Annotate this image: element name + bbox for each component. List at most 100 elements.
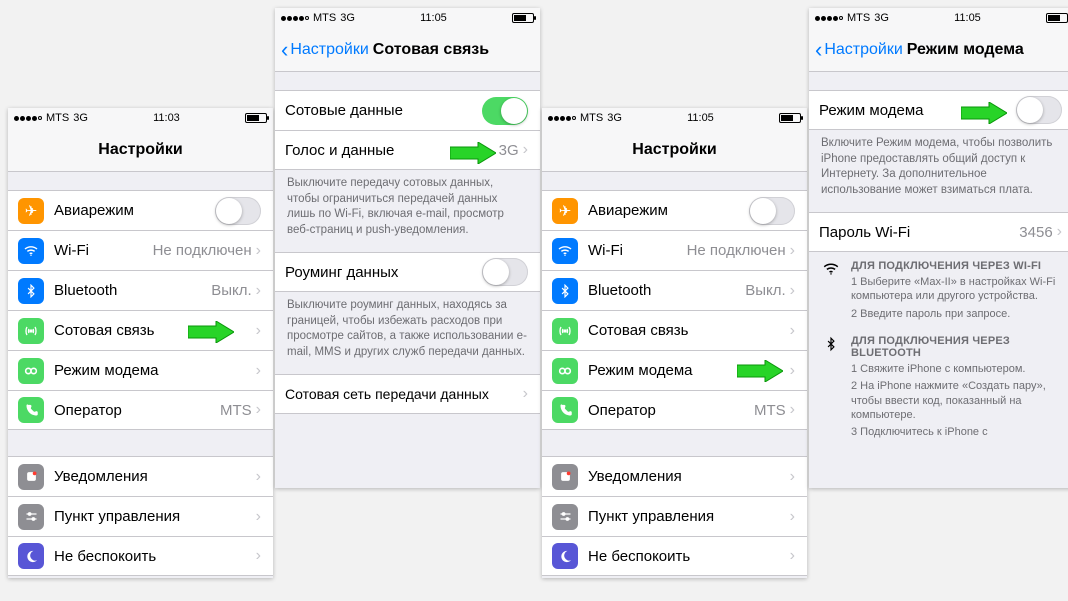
row-notifications[interactable]: Уведомления › (8, 456, 273, 496)
chevron-right-icon: › (790, 322, 795, 340)
row-control-center[interactable]: Пункт управления › (8, 496, 273, 536)
cellular-icon (552, 318, 578, 344)
bluetooth-label: Bluetooth (54, 282, 211, 299)
hotspot-group-2: Пароль Wi-Fi 3456 › (809, 212, 1068, 252)
status-time: 11:05 (355, 12, 512, 24)
navbar: ‹Настройки Сотовая связь (275, 28, 540, 72)
help-bt-step2: 2 На iPhone нажмите «Создать пару», чтоб… (851, 379, 1062, 422)
status-bar: MTS 3G 11:05 (275, 8, 540, 28)
help-bt-step1: 1 Свяжите iPhone с компьютером. (851, 362, 1062, 376)
row-dnd[interactable]: Не беспокоить › (542, 536, 807, 576)
row-roaming[interactable]: Роуминг данных (275, 252, 540, 292)
hotspot-label: Режим модема (588, 362, 790, 379)
settings-group-1: ✈ Авиарежим Wi-Fi Не подключен › Bluetoo… (8, 190, 273, 430)
status-time: 11:05 (622, 112, 779, 124)
cellular-group-3: Сотовая сеть передачи данных › (275, 374, 540, 414)
row-cellular-data[interactable]: Сотовые данные (275, 90, 540, 130)
row-dnd[interactable]: Не беспокоить › (8, 536, 273, 576)
cell-data-toggle[interactable] (482, 97, 528, 125)
navbar: ‹Настройки Режим модема (809, 28, 1068, 72)
phone-cellular: MTS 3G 11:05 ‹Настройки Сотовая связь Со… (275, 8, 540, 488)
row-airplane[interactable]: ✈ Авиарежим (8, 190, 273, 230)
bluetooth-icon (552, 278, 578, 304)
status-time: 11:05 (889, 12, 1046, 24)
dnd-icon (552, 543, 578, 569)
row-cellular[interactable]: Сотовая связь › (542, 310, 807, 350)
airplane-label: Авиарежим (588, 202, 749, 219)
hotspot-group-1: Режим модема (809, 90, 1068, 130)
cellular-icon (18, 318, 44, 344)
wifi-icon (18, 238, 44, 264)
chevron-right-icon: › (790, 401, 795, 419)
phone-icon (552, 397, 578, 423)
back-label: Настройки (824, 41, 902, 59)
roaming-toggle[interactable] (482, 258, 528, 286)
row-carrier[interactable]: Оператор MTS › (542, 390, 807, 430)
battery-icon (245, 113, 267, 123)
hotspot-footer: Включите Режим модема, чтобы позволить i… (809, 130, 1068, 198)
page-title: Сотовая связь (373, 41, 489, 59)
wifi-detail: Не подключен (687, 242, 786, 259)
row-carrier[interactable]: Оператор MTS › (8, 390, 273, 430)
wifi-pw-label: Пароль Wi-Fi (819, 224, 1019, 241)
row-control-center[interactable]: Пункт управления › (542, 496, 807, 536)
status-bar: MTS 3G 11:05 (542, 108, 807, 128)
cellular-label: Сотовая связь (588, 322, 790, 339)
row-wifi[interactable]: Wi-Fi Не подключен › (542, 230, 807, 270)
cellular-group-2: Роуминг данных (275, 252, 540, 292)
page-title: Режим модема (907, 41, 1024, 59)
carrier-detail: MTS (220, 402, 252, 419)
chevron-right-icon: › (523, 141, 528, 159)
row-bluetooth[interactable]: Bluetooth Выкл. › (542, 270, 807, 310)
row-cellular[interactable]: Сотовая связь › (8, 310, 273, 350)
hotspot-icon (18, 358, 44, 384)
airplane-icon: ✈ (552, 198, 578, 224)
footer-text-1: Выключите передачу сотовых данных, чтобы… (275, 170, 540, 238)
phone-hotspot: MTS 3G 11:05 ‹Настройки Режим модема Реж… (809, 8, 1068, 488)
notifications-label: Уведомления (588, 468, 790, 485)
footer-text-2: Выключите роуминг данных, находясь за гр… (275, 292, 540, 360)
row-voice-data[interactable]: Голос и данные 3G › (275, 130, 540, 170)
wifi-icon (821, 260, 841, 321)
wifi-label: Wi-Fi (54, 242, 153, 259)
row-wifi[interactable]: Wi-Fi Не подключен › (8, 230, 273, 270)
phone-icon (18, 397, 44, 423)
chevron-right-icon: › (1057, 223, 1062, 241)
row-bluetooth[interactable]: Bluetooth Выкл. › (8, 270, 273, 310)
chevron-right-icon: › (790, 242, 795, 260)
row-wifi-password[interactable]: Пароль Wi-Fi 3456 › (809, 212, 1068, 252)
help-wifi-step1: 1 Выберите «Max-II» в настройках Wi-Fi к… (851, 275, 1062, 304)
signal-icon (815, 16, 843, 21)
row-apn[interactable]: Сотовая сеть передачи данных › (275, 374, 540, 414)
signal-icon (281, 16, 309, 21)
status-bar: MTS 3G 11:05 (809, 8, 1068, 28)
help-wifi: ДЛЯ ПОДКЛЮЧЕНИЯ ЧЕРЕЗ WI-FI 1 Выберите «… (809, 252, 1068, 321)
airplane-icon: ✈ (18, 198, 44, 224)
bluetooth-icon (18, 278, 44, 304)
help-bluetooth: ДЛЯ ПОДКЛЮЧЕНИЯ ЧЕРЕЗ BLUETOOTH 1 Свяжит… (809, 327, 1068, 439)
battery-icon (779, 113, 801, 123)
network-label: 3G (607, 112, 622, 124)
settings-group-2: Уведомления › Пункт управления › Не бесп… (542, 456, 807, 576)
row-hotspot[interactable]: Режим модема › (542, 350, 807, 390)
row-hotspot-toggle[interactable]: Режим модема (809, 90, 1068, 130)
row-hotspot[interactable]: Режим модема › (8, 350, 273, 390)
control-center-icon (18, 504, 44, 530)
back-button[interactable]: ‹Настройки (815, 39, 903, 61)
wifi-label: Wi-Fi (588, 242, 687, 259)
control-label: Пункт управления (54, 508, 256, 525)
settings-group-2: Уведомления › Пункт управления › Не бесп… (8, 456, 273, 576)
airplane-toggle[interactable] (215, 197, 261, 225)
settings-group-1: ✈ Авиарежим Wi-Fi Не подключен › Bluetoo… (542, 190, 807, 430)
back-button[interactable]: ‹Настройки (281, 39, 369, 61)
row-notifications[interactable]: Уведомления › (542, 456, 807, 496)
carrier-label: MTS (313, 12, 336, 24)
airplane-toggle[interactable] (749, 197, 795, 225)
chevron-right-icon: › (790, 547, 795, 565)
row-airplane[interactable]: ✈ Авиарежим (542, 190, 807, 230)
page-title: Настройки (542, 141, 807, 159)
cellular-label: Сотовая связь (54, 322, 256, 339)
chevron-right-icon: › (523, 385, 528, 403)
hotspot-toggle[interactable] (1016, 96, 1062, 124)
voice-data-label: Голос и данные (285, 142, 499, 159)
